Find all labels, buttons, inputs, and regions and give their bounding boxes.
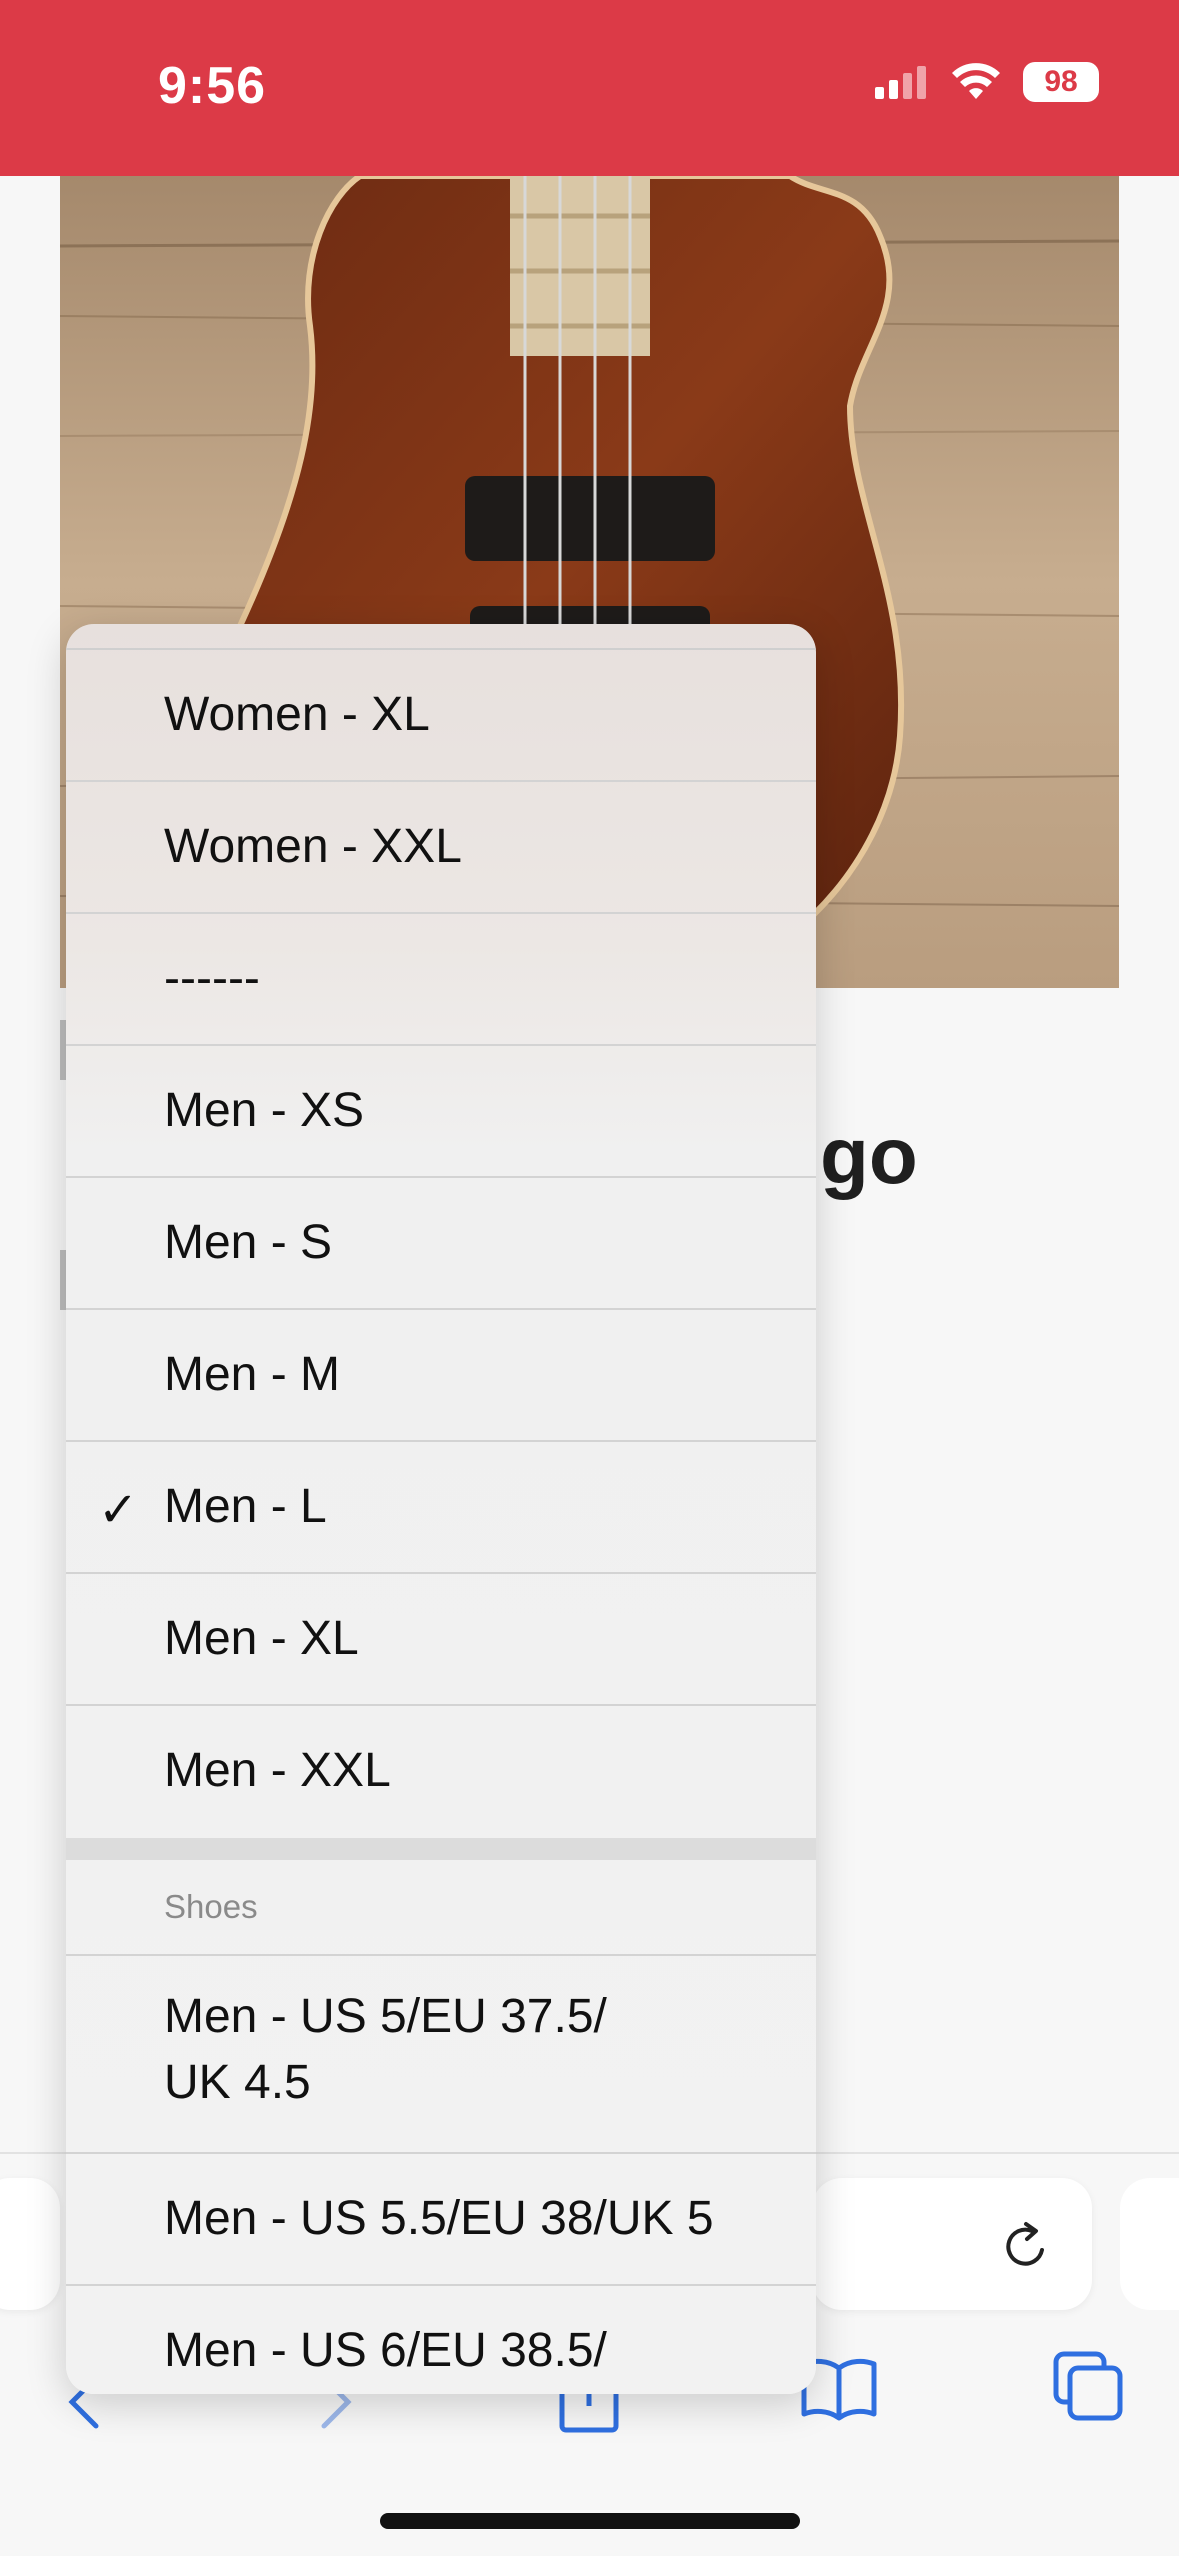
menu-option-label: Men - S [164,1216,333,1269]
cellular-signal-icon [875,66,926,99]
home-indicator [380,2513,800,2529]
menu-option-label: Men - L [164,1480,327,1533]
menu-option[interactable]: Men - US 5/EU 37.5/ UK 4.5 [66,1956,816,2154]
menu-option[interactable]: Men - M [66,1310,816,1442]
menu-option-label: Women - XXL [164,820,462,873]
menu-option[interactable]: ------ [66,914,816,1046]
menu-option-label: Men - XXL [164,1744,391,1797]
battery-indicator: 98 [1023,62,1099,102]
menu-option[interactable]: Men - XS [66,1046,816,1178]
menu-group-separator [66,1838,816,1860]
tabs-icon[interactable] [1052,2350,1124,2422]
status-icons: 98 [873,62,1099,102]
menu-option-label: Men - US 5.5/EU 38/UK 5 [164,2192,714,2245]
checkmark-icon: ✓ [98,1484,139,1537]
menu-option[interactable]: Women - XXL [66,782,816,914]
menu-option[interactable]: Women - XL [66,650,816,782]
menu-option[interactable]: Men - XL [66,1574,816,1706]
address-bar-prev[interactable] [0,2178,60,2310]
menu-option-label: Men - XL [164,1612,359,1665]
status-bar: 9:56 98 [0,0,1179,176]
product-title-fragment: go [820,1111,918,1200]
menu-option-label: Men - XS [164,1084,365,1137]
menu-option-label: Men - M [164,1348,341,1401]
status-time: 9:56 [158,57,267,115]
menu-option[interactable]: Men - XXL [66,1706,816,1836]
wifi-icon [952,63,1000,99]
menu-option-label-line2: UK 4.5 [164,2056,311,2109]
menu-option[interactable]: Men - US 6/EU 38.5/ [66,2286,816,2394]
address-bar-next[interactable] [1120,2178,1179,2310]
menu-option-selected[interactable]: ✓ Men - L [66,1442,816,1574]
menu-option-label: ------ [164,952,260,1005]
menu-group-header-label: Shoes [164,1888,258,1925]
menu-option[interactable]: Men - S [66,1178,816,1310]
menu-option[interactable]: Men - US 5.5/EU 38/UK 5 [66,2154,816,2286]
reload-icon[interactable] [996,2216,1056,2276]
menu-option-label-line1: Men - US 5/EU 37.5/ [164,1990,607,2043]
menu-group-header: Shoes [66,1860,816,1956]
size-select-dropdown[interactable]: Women - XL Women - XXL ------ Men - XS M… [66,624,816,2394]
menu-option-label: Women - XL [164,688,430,741]
menu-option-label: Men - US 6/EU 38.5/ [164,2324,607,2377]
